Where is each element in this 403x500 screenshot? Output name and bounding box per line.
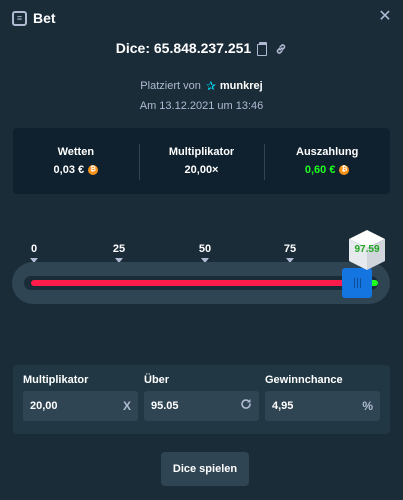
multiplier-control: Multiplikator 20,00 X [23,374,138,434]
chance-field[interactable]: 4,95 % [265,391,380,421]
stat-payout-amount: 0,60 € [304,164,336,176]
slider-lose-range [31,280,354,286]
coin-icon: ₿ [339,165,350,175]
chance-control: Gewinnchance 4,95 % [265,374,380,434]
star-icon: ✰ [205,79,216,93]
stat-multiplier: Multiplikator 20,00× [138,128,265,194]
placed-by: Platziert von ✰ munkrej [0,79,403,93]
play-dice-button[interactable]: Dice spielen [161,452,249,486]
stat-multiplier-label: Multiplikator [168,146,235,158]
refresh-icon[interactable] [240,397,252,415]
stat-wager-label: Wetten [57,146,95,158]
chance-label: Gewinnchance [265,374,343,386]
stat-wager: Wetten 0,03 € ₿ [13,128,139,194]
link-icon[interactable] [275,42,287,54]
stat-payout-label: Auszahlung [296,146,359,158]
multiplier-label: Multiplikator [23,374,89,386]
stat-payout-value: 0,60 € ₿ [305,164,350,176]
multiplier-suffix: X [122,399,131,413]
bet-controls: Multiplikator 20,00 X Über 95.05 Gewinnc… [13,365,390,434]
over-value: 95.05 [151,400,179,412]
grip-icon [353,278,361,288]
modal-title: Bet [33,10,56,26]
close-icon[interactable]: ✕ [377,9,393,25]
bet-stats: Wetten 0,03 € ₿ Multiplikator 20,00× Aus… [13,128,390,194]
over-label: Über [144,374,170,386]
bet-id: Dice: 65.848.237.251 [0,40,403,56]
tick-label: 0 [30,243,38,255]
dice-result-value: 97.59 [354,244,380,255]
stat-wager-amount: 0,03 € [53,164,85,176]
stat-multiplier-value: 20,00× [184,164,219,176]
dice-result: 97.59 [345,228,385,270]
coin-icon: ₿ [88,165,99,175]
slider-handle[interactable] [342,268,372,298]
slider-ticks: 0 25 50 75 [0,243,403,263]
placed-by-label: Platziert von [140,80,201,92]
stat-payout: Auszahlung 0,60 € ₿ [264,128,390,194]
tick-label: 25 [112,243,126,255]
over-control: Über 95.05 [144,374,259,434]
bet-date: Am 13.12.2021 um 13:46 [139,100,264,112]
tick-label: 75 [283,243,297,255]
over-field[interactable]: 95.05 [144,391,259,421]
tick-label: 50 [198,243,212,255]
stat-wager-value: 0,03 € ₿ [54,164,99,176]
bet-id-label: Dice: 65.848.237.251 [115,40,252,56]
bet-icon: ≡ [12,10,27,26]
copy-icon[interactable] [257,42,269,56]
multiplier-field[interactable]: 20,00 X [23,391,138,421]
modal-header: ≡ Bet ✕ [0,0,403,36]
chance-value: 4,95 [272,400,294,412]
username-link[interactable]: munkrej [220,80,263,92]
chance-suffix: % [362,399,373,413]
multiplier-value: 20,00 [30,400,58,412]
